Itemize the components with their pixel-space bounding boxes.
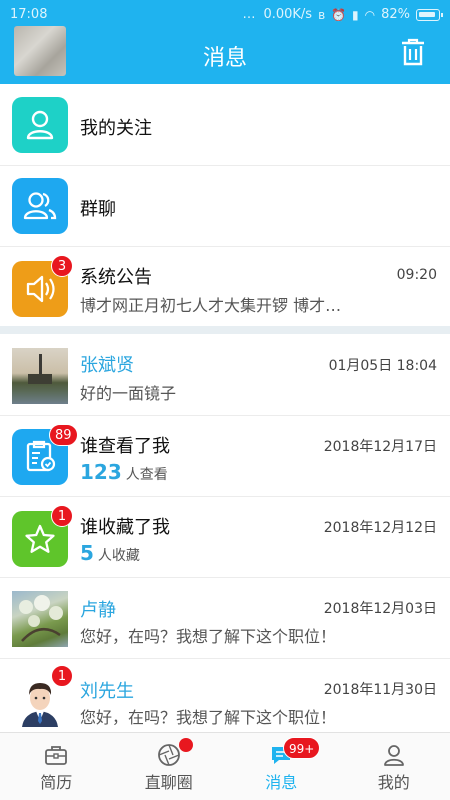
aperture-icon [157,744,180,766]
row-title: 群聊 [80,199,116,220]
favorite-count: 5 [80,541,94,565]
alarm-icon: ⏰ [331,7,346,22]
nav-label: 消息 [265,773,298,792]
view-count: 123 [80,460,122,484]
nav-messages[interactable]: 99+ 消息 [225,733,338,800]
page-title: 消息 [202,46,247,71]
follow-icon [12,97,68,153]
row-title: 卢静 [80,600,116,621]
list-item-follow[interactable]: 我的关注 [0,84,450,166]
list-item-conversation[interactable]: 卢静 2018年12月03日 您好，在吗？我想了解下这个职位！ [0,578,450,659]
row-title: 系统公告 [80,267,152,288]
list-item-conversation[interactable]: 张斌贤 01月05日 18:04 好的一面镜子 [0,334,450,416]
bluetooth-icon: ʙ [318,7,326,22]
list-item-conversation[interactable]: 1 刘先生 2018年11月30日 您好，在吗？我想了解下这个职位！ [0,659,450,732]
nav-resume[interactable]: 简历 [0,733,113,800]
row-time: 2018年12月12日 [323,520,437,536]
unread-badge: 1 [51,505,73,527]
row-title: 张斌贤 [80,355,134,376]
unread-badge: 3 [51,255,73,277]
status-bar: 17:08 … 0.00K/s ʙ ⏰ ▮ ◠ 82% [0,0,450,30]
group-icon [12,178,68,234]
unread-badge: 1 [51,665,73,687]
row-title: 我的关注 [80,118,152,139]
row-title: 谁收藏了我 [80,517,170,538]
row-title: 谁查看了我 [80,436,170,457]
top-bar: 17:08 … 0.00K/s ʙ ⏰ ▮ ◠ 82% 消息 [0,0,450,84]
notification-dot [178,738,193,752]
more-dots-icon: … [242,7,258,22]
row-time: 2018年12月03日 [323,601,437,617]
row-time: 09:20 [396,267,437,283]
briefcase-icon [45,746,68,765]
unread-badge: 99+ [283,737,321,759]
row-time: 01月05日 18:04 [328,358,437,374]
favorite-count-label: 人收藏 [97,548,140,564]
row-time: 2018年12月17日 [323,439,437,455]
network-speed: 0.00K/s [263,7,313,22]
person-icon [383,745,404,766]
battery-icon [416,8,443,21]
row-subtitle: 您好，在吗？我想了解下这个职位！ [80,708,337,727]
list-item-who-favorited[interactable]: 1 谁收藏了我 2018年12月12日 5 人收藏 [0,497,450,578]
nav-chat-circle[interactable]: 直聊圈 [113,733,226,800]
row-title: 刘先生 [80,681,134,702]
section-divider [0,326,450,334]
row-subtitle: 博才网正月初七人才大集开锣 博才… [80,296,342,315]
battery-percent: 82% [381,7,410,22]
row-subtitle: 您好，在吗？我想了解下这个职位！ [80,627,337,646]
row-subtitle: 好的一面镜子 [80,384,177,403]
status-time: 17:08 [10,7,48,22]
trash-icon[interactable] [400,38,426,66]
list-item-who-viewed[interactable]: 89 谁查看了我 2018年12月17日 123 人查看 [0,416,450,497]
signal-icon: ▮ [352,7,359,22]
view-count-label: 人查看 [125,467,168,483]
nav-label: 简历 [40,773,73,792]
list-item-system-notice[interactable]: 3 系统公告 09:20 博才网正月初七人才大集开锣 博才… [0,247,450,328]
bottom-nav: 简历 直聊圈 99+ 消息 我的 [0,732,450,800]
nav-label: 我的 [377,773,410,792]
nav-mine[interactable]: 我的 [338,733,450,800]
wifi-icon: ◠ [364,7,376,22]
list-item-group-chat[interactable]: 群聊 [0,166,450,247]
nav-label: 直聊圈 [144,773,193,792]
avatar [12,348,68,404]
unread-badge: 89 [49,424,78,446]
row-time: 2018年11月30日 [323,682,437,698]
avatar [12,591,68,647]
